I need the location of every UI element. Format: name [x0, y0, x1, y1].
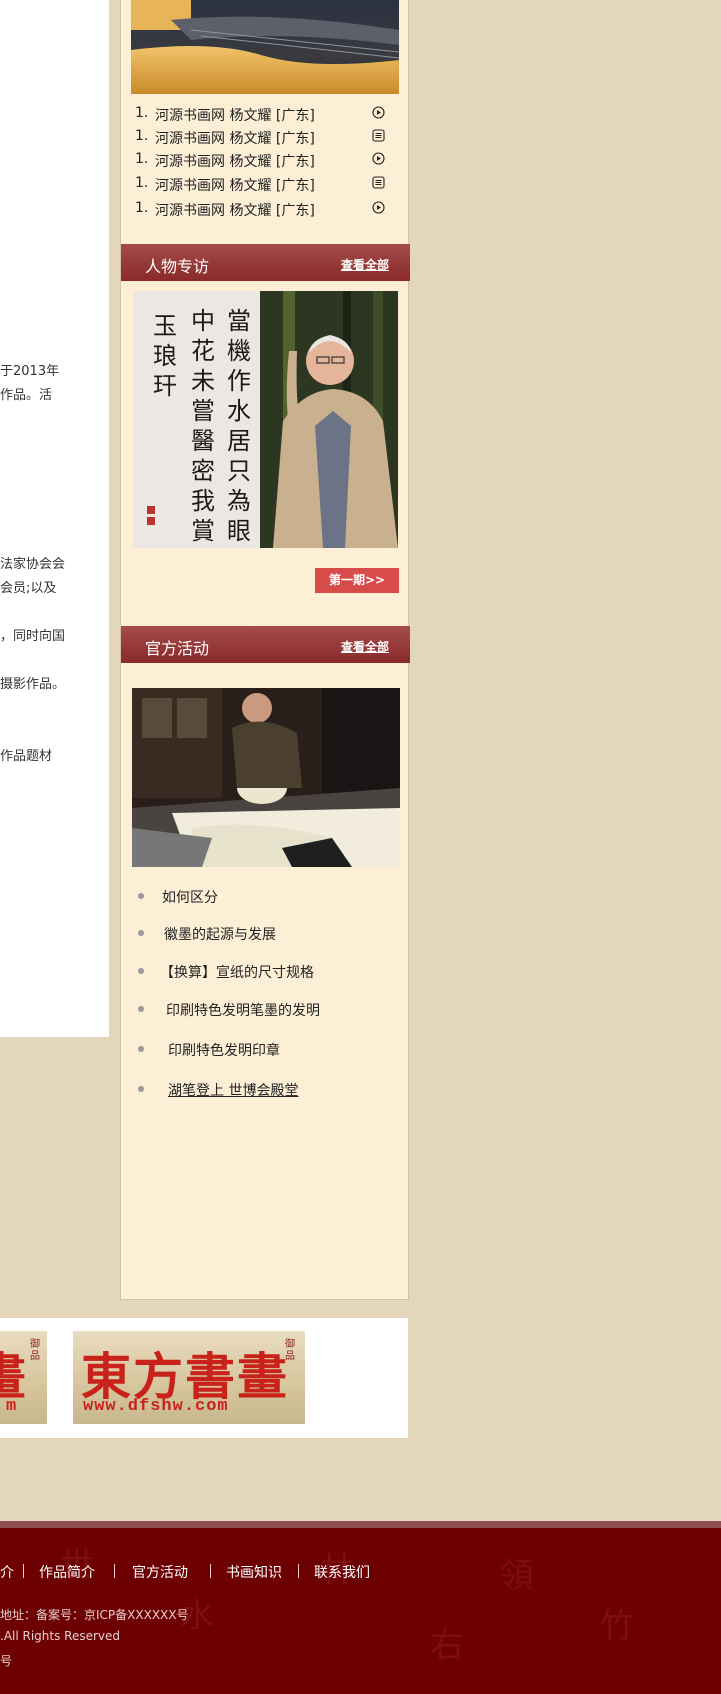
nav-separator	[23, 1564, 24, 1578]
document-icon[interactable]	[372, 176, 385, 189]
activity-photo[interactable]	[132, 688, 400, 867]
calligraphy-column: 當機作水居只為眼	[227, 307, 251, 545]
footer-nav-item[interactable]: 作品简介	[39, 1562, 95, 1582]
footer-divider	[0, 1521, 721, 1528]
bullet-icon	[138, 968, 144, 974]
seal-stamp	[147, 506, 155, 514]
nav-separator	[210, 1564, 211, 1578]
partner-banner-strip: 畫 m 御品 東方書畫 www.dfshw.com 御品	[0, 1318, 408, 1438]
bullet-icon	[138, 1046, 144, 1052]
footer-address: 地址：备案号：京ICP备XXXXXX号	[0, 1608, 189, 1622]
footer-copyright: .All Rights Reserved	[0, 1629, 121, 1643]
partner-banner[interactable]: 畫 m 御品	[0, 1331, 47, 1424]
sidebar: 1. 河源书画网 杨文耀 [广东] 1. 河源书画网 杨文耀 [广东] 1. 河…	[120, 0, 410, 1300]
background-calligraphy: 領	[500, 1556, 534, 1596]
view-all-link[interactable]: 查看全部	[341, 256, 389, 273]
footer: 世 水 林 右 領 竹 介 作品简介 官方活动 书画知识 联系我们 地址：备案号…	[0, 1528, 721, 1694]
nav-separator	[298, 1564, 299, 1578]
article-text-fragment: ，同时向国	[0, 629, 66, 644]
footer-nav-item[interactable]: 介	[0, 1562, 14, 1582]
footer-license: 号	[0, 1654, 13, 1668]
activities-section-header: 官方活动 查看全部	[121, 626, 410, 663]
list-item[interactable]: 1. 河源书画网 杨文耀 [广东]	[135, 105, 385, 125]
section-title: 人物专访	[145, 257, 210, 276]
view-all-link[interactable]: 查看全部	[341, 638, 389, 655]
bullet-icon	[138, 893, 144, 899]
bullet-icon	[138, 930, 144, 936]
article-text-fragment: 于2013年	[0, 364, 60, 379]
issue-button[interactable]: 第一期>>	[315, 568, 399, 593]
background-calligraphy: 右	[430, 1626, 464, 1666]
bullet-icon	[138, 1006, 144, 1012]
article-text-fragment: 会员;以及	[0, 581, 57, 596]
interview-section-header: 人物专访 查看全部	[121, 244, 410, 281]
calligraphy-column: 玉琅玕	[153, 312, 177, 400]
article-text-fragment: 作品题材	[0, 749, 53, 764]
seal-stamp	[147, 517, 155, 525]
article-text-fragment: 作品。活	[0, 388, 53, 403]
list-item[interactable]: 1. 河源书画网 杨文耀 [广东]	[135, 151, 385, 171]
list-item[interactable]: 1. 河源书画网 杨文耀 [广东]	[135, 128, 385, 148]
seal-icon: 御品	[285, 1339, 295, 1362]
background-calligraphy: 竹	[600, 1606, 634, 1646]
list-item[interactable]: 1. 河源书画网 杨文耀 [广东]	[135, 200, 385, 220]
document-icon[interactable]	[372, 129, 385, 142]
partner-banner[interactable]: 東方書畫 www.dfshw.com 御品	[73, 1331, 305, 1424]
footer-nav-item[interactable]: 官方活动	[132, 1562, 188, 1582]
play-circle-icon[interactable]	[372, 201, 385, 214]
list-item[interactable]: 1. 河源书画网 杨文耀 [广东]	[135, 175, 385, 195]
footer-nav-item[interactable]: 书画知识	[226, 1562, 282, 1582]
article-text-fragment: 摄影作品。	[0, 677, 66, 692]
interview-photo[interactable]: 當機作水居只為眼 中花未嘗醫密我賞 玉琅玕	[133, 291, 398, 548]
seal-icon: 御品	[30, 1339, 40, 1362]
bullet-icon	[138, 1086, 144, 1092]
article-panel: 于2013年 作品。活 法家协会会 会员;以及 ，同时向国 摄影作品。 作品题材	[0, 0, 109, 1037]
section-title: 官方活动	[145, 639, 210, 658]
featured-photo[interactable]	[131, 0, 399, 94]
play-circle-icon[interactable]	[372, 106, 385, 119]
footer-nav-item[interactable]: 联系我们	[314, 1562, 370, 1582]
play-circle-icon[interactable]	[372, 152, 385, 165]
calligraphy-column: 中花未嘗醫密我賞	[191, 307, 215, 545]
nav-separator	[114, 1564, 115, 1578]
article-text-fragment: 法家协会会	[0, 557, 66, 572]
